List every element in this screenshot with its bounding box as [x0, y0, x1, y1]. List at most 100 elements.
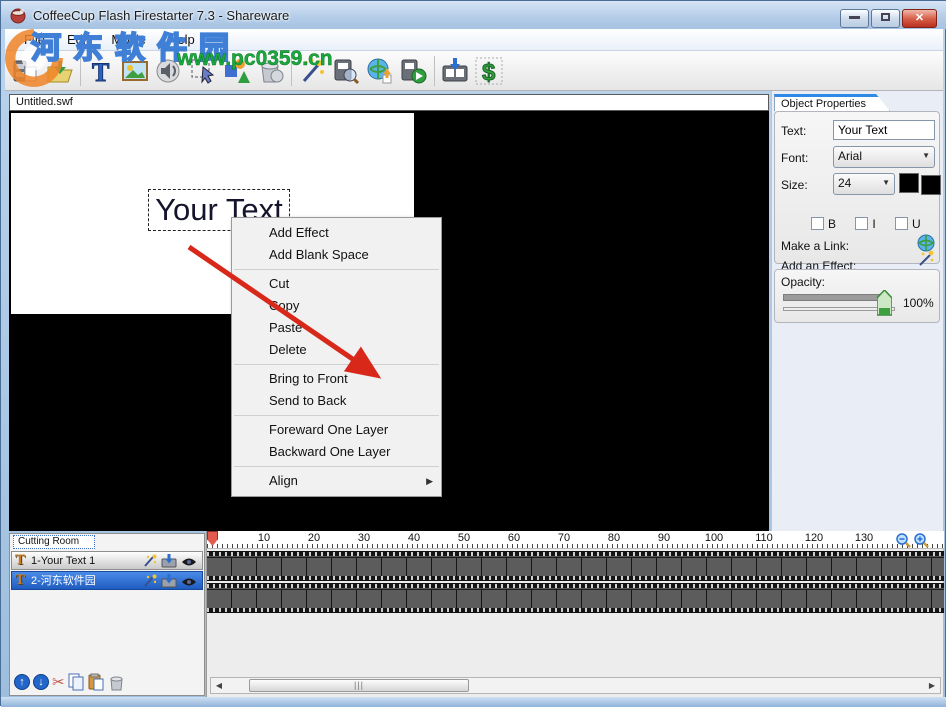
app-window: CoffeeCup Flash Firestarter 7.3 - Sharew…	[0, 0, 946, 707]
toolbar-separator	[80, 55, 81, 86]
copy-icon[interactable]	[68, 673, 85, 691]
close-button[interactable]: ✕	[902, 9, 937, 28]
ruler-number: 10	[257, 532, 271, 544]
context-item-copy[interactable]: Copy	[232, 295, 441, 317]
context-menu-separator	[234, 269, 439, 270]
submenu-arrow-icon: ▶	[426, 476, 433, 486]
bold-checkbox[interactable]	[811, 217, 824, 230]
opacity-slider-thumb[interactable]	[877, 290, 892, 316]
wand-icon[interactable]	[917, 250, 935, 268]
object-properties-tab[interactable]: Object Properties	[774, 94, 890, 111]
new-movie-icon[interactable]	[9, 54, 43, 88]
menu-help[interactable]: Help	[157, 30, 206, 49]
context-item-cut[interactable]: Cut	[232, 273, 441, 295]
size-value: 24	[838, 176, 852, 190]
make-link-label: Make a Link:	[781, 239, 850, 253]
document-tab[interactable]: Untitled.swf	[9, 94, 769, 111]
toolbar-separator	[291, 55, 292, 86]
timeline-ruler[interactable]: 10 20 30 40 50 60 70 80 90 100 110 120 130	[207, 531, 944, 549]
minimize-button[interactable]	[840, 9, 869, 28]
add-sound-icon[interactable]	[152, 54, 186, 88]
delete-icon[interactable]	[254, 54, 288, 88]
cutting-room-tab[interactable]: Cutting Room	[13, 535, 95, 549]
move-layer-down-button[interactable]: ↓	[33, 674, 49, 690]
layer-visibility-eye-icon[interactable]	[181, 576, 197, 593]
ruler-ticks	[207, 544, 944, 548]
menu-file[interactable]: File	[13, 30, 56, 49]
opacity-label: Opacity:	[781, 275, 826, 289]
film-track-1[interactable]	[207, 551, 944, 581]
film-track-2[interactable]	[207, 583, 944, 613]
context-menu: Add Effect Add Blank Space Cut Copy Paste Del…	[231, 217, 442, 497]
ruler-number: 40	[407, 532, 421, 544]
context-item-bring-to-front[interactable]: Bring to Front	[232, 368, 441, 390]
menu-edit[interactable]: Edit	[56, 30, 100, 49]
context-item-backward-one-layer[interactable]: Backward One Layer	[232, 441, 441, 463]
publish-icon[interactable]	[363, 54, 397, 88]
chevron-down-icon: ▼	[922, 151, 930, 160]
select-icon[interactable]	[186, 54, 220, 88]
background-color-swatch[interactable]	[921, 175, 941, 195]
underline-checkbox[interactable]	[895, 217, 909, 230]
import-icon[interactable]	[438, 54, 472, 88]
effects-icon[interactable]	[295, 54, 329, 88]
text-properties-group: Text: Font: Arial ▼ Size: 24 ▼ B I U Mak…	[774, 111, 941, 273]
text-layer-icon: T	[15, 572, 26, 588]
add-shape-icon[interactable]	[220, 54, 254, 88]
maximize-button[interactable]	[871, 9, 900, 28]
ruler-number: 120	[804, 532, 824, 544]
cut-icon[interactable]: ✂	[52, 673, 65, 691]
italic-checkbox[interactable]	[855, 217, 869, 230]
trash-icon[interactable]	[108, 673, 125, 691]
play-movie-icon[interactable]	[397, 54, 431, 88]
context-item-send-to-back[interactable]: Send to Back	[232, 390, 441, 412]
paste-icon[interactable]	[88, 673, 105, 691]
ruler-number: 30	[357, 532, 371, 544]
layer-effect-wand-icon[interactable]	[143, 574, 158, 594]
toolbar-separator	[434, 55, 435, 86]
scroll-right-arrow[interactable]: ▶	[924, 678, 940, 693]
film-perforations	[207, 552, 944, 556]
text-input[interactable]	[833, 120, 935, 140]
move-layer-up-button[interactable]: ↑	[14, 674, 30, 690]
layer-row[interactable]: T 2-河东软件园	[11, 571, 203, 590]
zoom-out-icon[interactable]	[895, 532, 911, 548]
app-icon	[10, 8, 26, 24]
context-item-foreward-one-layer[interactable]: Foreward One Layer	[232, 419, 441, 441]
bold-label: B	[828, 217, 837, 231]
context-item-add-effect[interactable]: Add Effect	[232, 222, 441, 244]
preview-icon[interactable]	[329, 54, 363, 88]
open-icon[interactable]	[43, 54, 77, 88]
timeline: 10 20 30 40 50 60 70 80 90 100 110 120 130 ◀ ||| ▶	[206, 531, 944, 697]
toolbar: T $	[5, 51, 943, 91]
ruler-number: 60	[507, 532, 521, 544]
style-checkboxes: B I U	[811, 217, 937, 231]
font-select[interactable]: Arial ▼	[833, 146, 935, 168]
context-item-delete[interactable]: Delete	[232, 339, 441, 361]
add-text-icon[interactable]: T	[84, 54, 118, 88]
timeline-scrollbar[interactable]: ◀ ||| ▶	[210, 677, 941, 694]
font-value: Arial	[838, 149, 863, 163]
layer-film-icon[interactable]	[161, 574, 177, 594]
purchase-icon[interactable]: $	[472, 54, 506, 88]
film-perforations	[207, 584, 944, 588]
context-item-align[interactable]: Align ▶	[232, 470, 441, 492]
ruler-number: 50	[457, 532, 471, 544]
context-item-paste[interactable]: Paste	[232, 317, 441, 339]
context-item-add-blank-space[interactable]: Add Blank Space	[232, 244, 441, 266]
menu-movie[interactable]: Movie	[100, 30, 157, 49]
add-image-icon[interactable]	[118, 54, 152, 88]
scroll-left-arrow[interactable]: ◀	[211, 678, 227, 693]
layer-row[interactable]: T 1-Your Text 1	[11, 551, 203, 570]
film-cells	[207, 589, 944, 609]
scrollbar-thumb[interactable]: |||	[249, 679, 469, 692]
ruler-number: 70	[557, 532, 571, 544]
ruler-number: 130	[854, 532, 874, 544]
chevron-down-icon: ▼	[882, 178, 890, 187]
size-select[interactable]: 24 ▼	[833, 173, 895, 195]
context-menu-separator	[234, 364, 439, 365]
opacity-value: 100%	[903, 296, 934, 310]
zoom-in-icon[interactable]	[913, 532, 929, 548]
film-cells	[207, 557, 944, 577]
text-color-swatch[interactable]	[899, 173, 919, 193]
